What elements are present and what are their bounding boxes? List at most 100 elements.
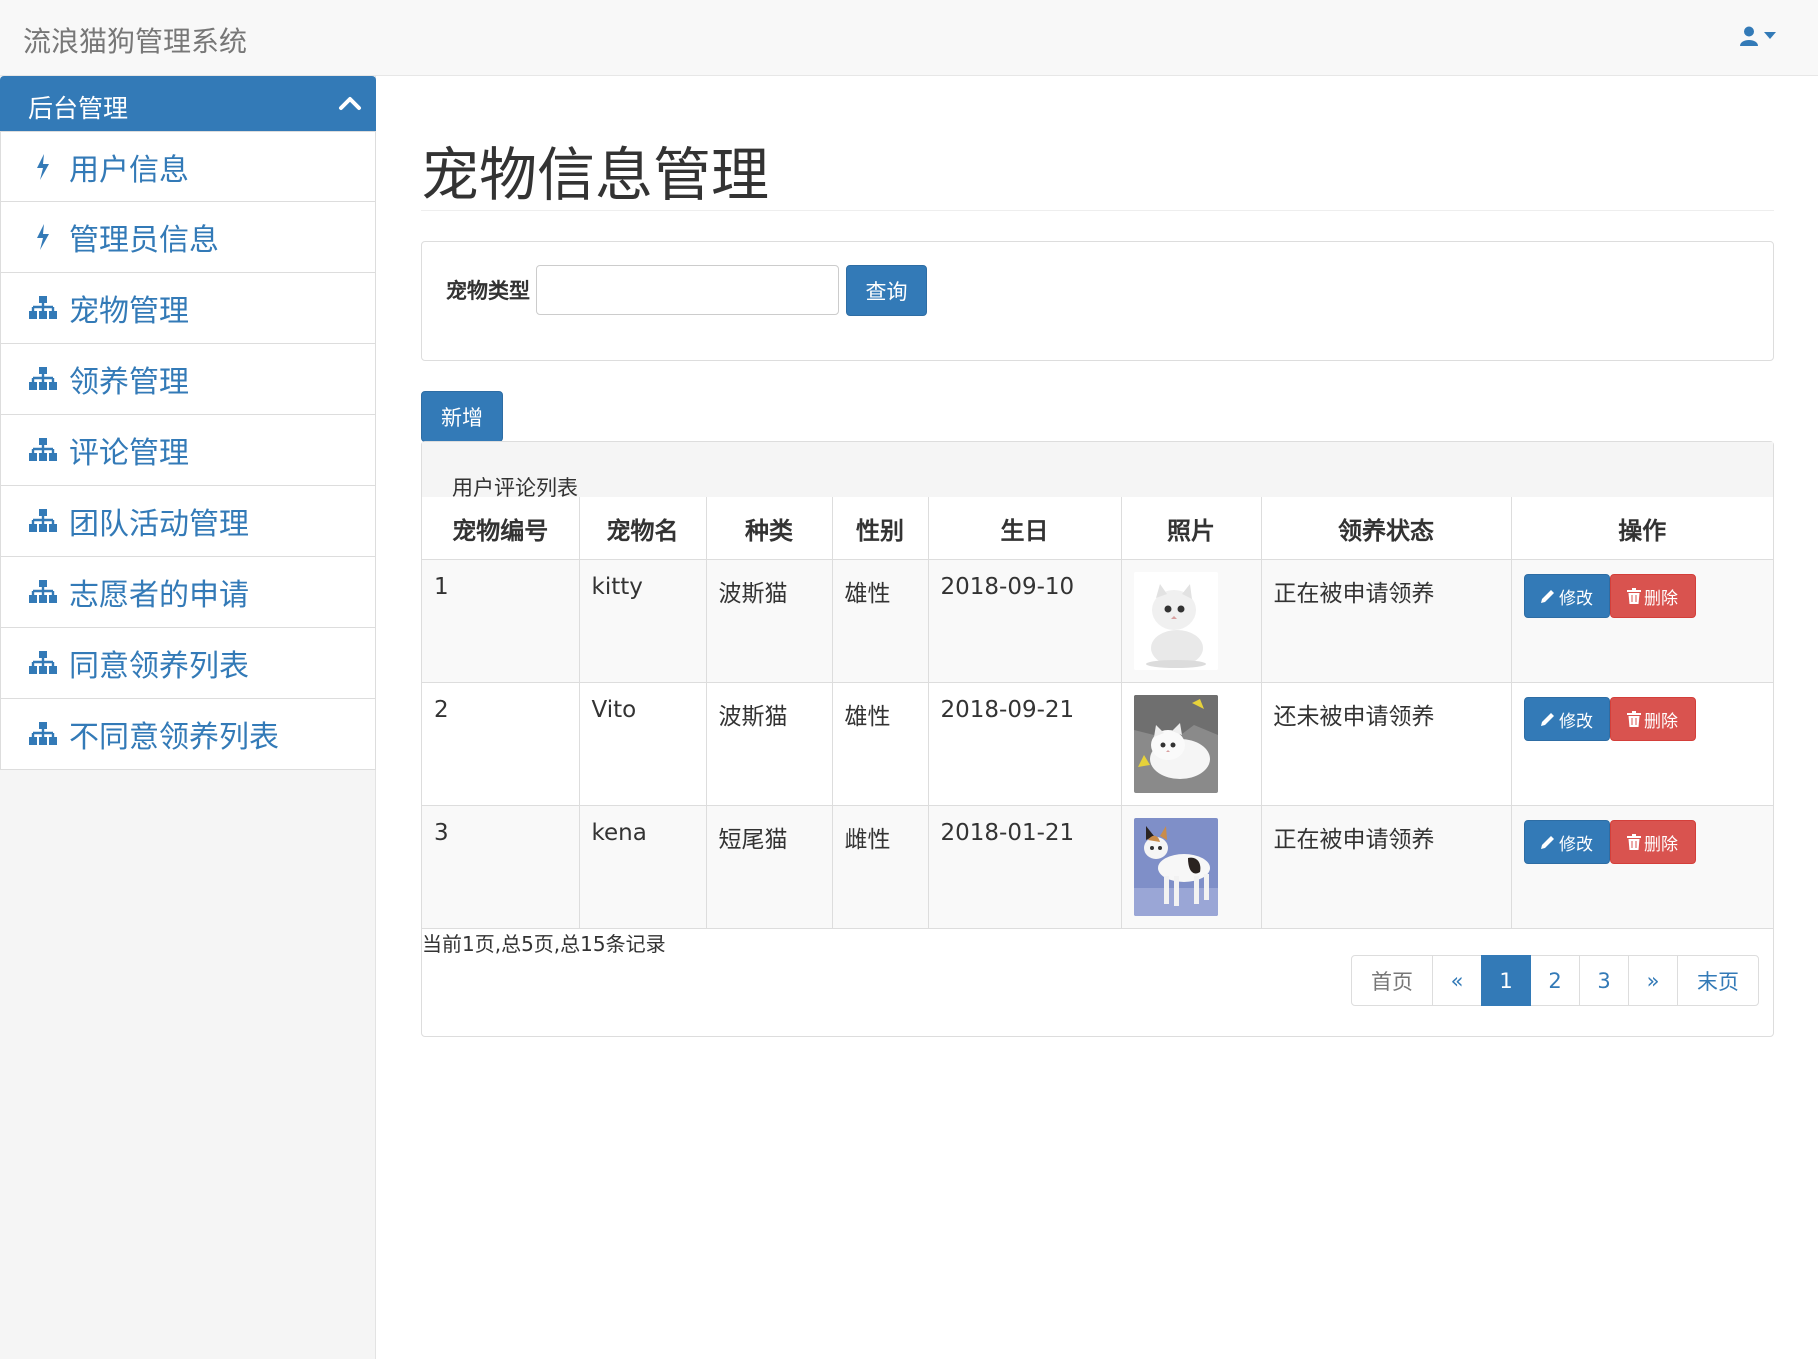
edit-button[interactable]: 修改 (1523, 574, 1610, 618)
cell-id: 1 (422, 559, 580, 683)
column-header[interactable]: 领养状态 (1260, 497, 1512, 560)
cell-photo (1120, 682, 1262, 806)
cell-kind: 波斯猫 (705, 559, 833, 683)
cell-photo (1120, 805, 1262, 929)
edit-button[interactable]: 修改 (1523, 820, 1610, 864)
query-panel: 宠物类型 查询 (421, 241, 1774, 361)
page-2[interactable]: 2 (1530, 955, 1580, 1006)
bolt-icon (29, 223, 57, 251)
page-1[interactable]: 1 (1481, 955, 1531, 1006)
delete-button[interactable]: 删除 (1609, 697, 1696, 741)
cell-name: Vito (578, 682, 707, 806)
caret-down-icon (1764, 32, 1776, 39)
sitemap-icon (29, 507, 57, 535)
page-first[interactable]: 首页 (1351, 955, 1433, 1006)
page-title: 宠物信息管理 (421, 141, 770, 209)
edit-button[interactable]: 修改 (1523, 697, 1610, 741)
sidebar-item-team-activity[interactable]: 团队活动管理 (0, 486, 376, 557)
trash-icon (1627, 711, 1641, 727)
table-row: 1 kitty 波斯猫 雄性 2018-09-10 正在被申请领养 修改 删除 (422, 559, 1773, 683)
record-info: 当前1页,总5页,总15条记录 (422, 932, 666, 956)
pet-type-label: 宠物类型 (446, 279, 530, 303)
top-navbar: 流浪猫狗管理系统 (0, 0, 1818, 76)
trash-icon (1627, 834, 1641, 850)
table-header-row: 宠物编号 宠物名 种类 性别 生日 照片 领养状态 操作 (422, 497, 1773, 560)
sitemap-icon (29, 436, 57, 464)
sidebar-item-pet-management[interactable]: 宠物管理 (0, 273, 376, 344)
cell-sex: 雄性 (831, 682, 929, 806)
cell-kind: 波斯猫 (705, 682, 833, 806)
sidebar-item-rejected-adoptions[interactable]: 不同意领养列表 (0, 699, 376, 770)
page-prev[interactable]: « (1432, 955, 1482, 1006)
cell-birthday: 2018-09-10 (927, 559, 1122, 683)
page-next[interactable]: » (1628, 955, 1678, 1006)
sidebar-item-label: 管理员信息 (69, 223, 219, 258)
sidebar-item-user-info[interactable]: 用户信息 (0, 131, 376, 202)
column-header[interactable]: 照片 (1120, 497, 1262, 560)
pet-photo[interactable] (1133, 572, 1218, 670)
bolt-icon (29, 153, 57, 181)
table-row: 3 kena 短尾猫 雌性 2018-01-21 正在被申请领养 修改 删除 (422, 805, 1773, 929)
delete-label: 删除 (1644, 711, 1678, 732)
sidebar-item-label: 宠物管理 (69, 294, 189, 329)
cell-status: 正在被申请领养 (1260, 805, 1512, 929)
table-row: 2 Vito 波斯猫 雄性 2018-09-21 还未被申请领养 修改 删除 (422, 682, 1773, 806)
sidebar-item-adoption-management[interactable]: 领养管理 (0, 344, 376, 415)
cell-actions: 修改 删除 (1510, 559, 1773, 683)
sidebar-header-label: 后台管理 (28, 94, 129, 123)
pet-type-input[interactable] (536, 265, 839, 315)
delete-button[interactable]: 删除 (1609, 574, 1696, 618)
cell-name: kitty (578, 559, 707, 683)
column-header[interactable]: 操作 (1510, 497, 1773, 560)
cell-status: 还未被申请领养 (1260, 682, 1512, 806)
app-title[interactable]: 流浪猫狗管理系统 (23, 20, 247, 60)
delete-button[interactable]: 删除 (1609, 820, 1696, 864)
sidebar-item-approved-adoptions[interactable]: 同意领养列表 (0, 628, 376, 699)
column-header[interactable]: 性别 (831, 497, 929, 560)
pagination: 首页 « 1 2 3 » 末页 (1351, 955, 1759, 1006)
sidebar-item-comment-management[interactable]: 评论管理 (0, 415, 376, 486)
add-button[interactable]: 新增 (421, 391, 503, 442)
pet-photo[interactable] (1133, 818, 1218, 916)
sidebar-item-label: 团队活动管理 (69, 507, 249, 542)
pet-photo[interactable] (1133, 695, 1218, 793)
sitemap-icon (29, 294, 57, 322)
pet-table: 宠物编号 宠物名 种类 性别 生日 照片 领养状态 操作 1 kitty 波斯猫… (422, 497, 1773, 929)
delete-label: 删除 (1644, 588, 1678, 609)
query-button[interactable]: 查询 (846, 265, 927, 316)
cell-actions: 修改 删除 (1510, 805, 1773, 929)
column-header[interactable]: 宠物名 (578, 497, 707, 560)
cell-birthday: 2018-01-21 (927, 805, 1122, 929)
sidebar: 后台管理 用户信息 管理员信息 宠物管理 领养管理 评论管理 团队活动管理 志愿… (0, 76, 376, 1359)
pencil-icon (1541, 836, 1554, 849)
column-header[interactable]: 种类 (705, 497, 833, 560)
edit-label: 修改 (1559, 834, 1593, 855)
pet-list-panel: 用户评论列表 宠物编号 宠物名 种类 性别 生日 照片 领养状态 操作 1 ki… (421, 441, 1774, 1037)
pencil-icon (1541, 713, 1554, 726)
sidebar-item-label: 志愿者的申请 (69, 578, 249, 613)
column-header[interactable]: 宠物编号 (422, 497, 580, 560)
cell-actions: 修改 删除 (1510, 682, 1773, 806)
cell-sex: 雄性 (831, 559, 929, 683)
chevron-up-icon[interactable] (338, 91, 362, 115)
column-header[interactable]: 生日 (927, 497, 1122, 560)
user-icon (1740, 26, 1758, 46)
sidebar-item-volunteer-applications[interactable]: 志愿者的申请 (0, 557, 376, 628)
trash-icon (1627, 588, 1641, 604)
title-divider (421, 210, 1774, 211)
cell-birthday: 2018-09-21 (927, 682, 1122, 806)
pencil-icon (1541, 590, 1554, 603)
sitemap-icon (29, 649, 57, 677)
cell-sex: 雌性 (831, 805, 929, 929)
sidebar-item-label: 领养管理 (69, 365, 189, 400)
cell-status: 正在被申请领养 (1260, 559, 1512, 683)
edit-label: 修改 (1559, 711, 1593, 732)
sidebar-panel-header[interactable]: 后台管理 (0, 76, 376, 131)
sitemap-icon (29, 578, 57, 606)
page-3[interactable]: 3 (1579, 955, 1629, 1006)
delete-label: 删除 (1644, 834, 1678, 855)
page-last[interactable]: 末页 (1677, 955, 1759, 1006)
user-menu[interactable] (1740, 26, 1776, 46)
sitemap-icon (29, 720, 57, 748)
sidebar-item-admin-info[interactable]: 管理员信息 (0, 202, 376, 273)
